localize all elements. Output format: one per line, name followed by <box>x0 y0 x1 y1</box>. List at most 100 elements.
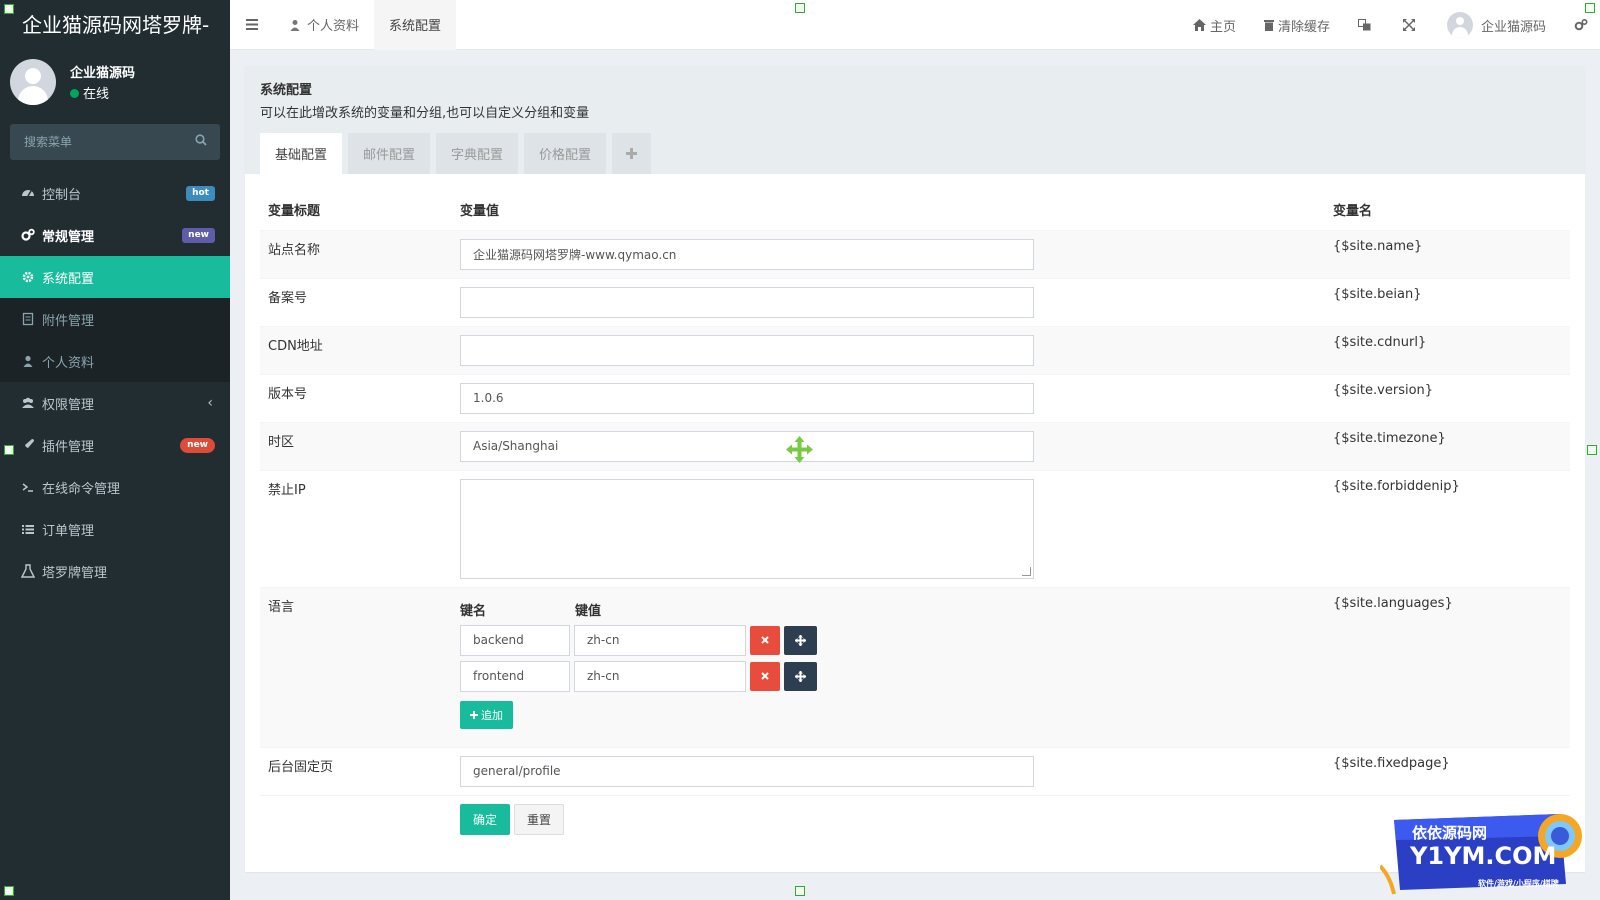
drag-row-button[interactable] <box>784 661 817 691</box>
tab-label: 个人资料 <box>307 19 360 34</box>
sidebar-item-permissions[interactable]: 权限管理 ‹ <box>0 382 230 424</box>
tab-price-config[interactable]: 价格配置 <box>524 133 607 174</box>
watermark-logo: 依依源码网 Y1YM.COM 软件/游戏/小程序/棋牌 <box>1378 806 1592 898</box>
sidebar-item-dashboard[interactable]: 控制台 hot <box>0 172 230 214</box>
sidebar-item-attachments[interactable]: 附件管理 <box>0 298 230 340</box>
clear-cache-button[interactable]: 清除缓存 <box>1250 0 1344 50</box>
navbar-username: 企业猫源码 <box>1480 19 1546 35</box>
gear-icon <box>22 271 34 283</box>
col-header-title: 变量标题 <box>260 190 452 231</box>
clear-cache-label: 清除缓存 <box>1277 19 1330 35</box>
resize-handle[interactable] <box>795 886 805 896</box>
config-panel: 系统配置 可以在此增改系统的变量和分组,也可以自定义分组和变量 基础配置 邮件配… <box>245 66 1585 872</box>
drag-row-button[interactable] <box>784 625 817 655</box>
flask-icon <box>21 564 35 578</box>
resize-handle[interactable] <box>1587 445 1597 455</box>
sidebar-item-commands[interactable]: 在线命令管理 <box>0 466 230 508</box>
config-tabs: 基础配置 邮件配置 字典配置 价格配置 <box>260 133 657 174</box>
search-icon[interactable] <box>195 134 207 146</box>
user-menu[interactable]: 企业猫源码 <box>1433 0 1560 50</box>
app-logo[interactable]: 企业猫源码网塔罗牌- <box>0 0 230 50</box>
hot-badge: hot <box>186 186 215 201</box>
terminal-icon <box>22 483 33 492</box>
table-row: 时区 Asia/Shanghai {$site.timezone} <box>260 422 1570 471</box>
cogs-icon <box>1574 18 1588 31</box>
var-name: {$site.name} <box>1325 230 1570 279</box>
sidebar-item-profile[interactable]: 个人资料 <box>0 340 230 382</box>
group-icon <box>22 397 34 408</box>
resize-handle[interactable] <box>1585 3 1595 13</box>
table-row: 版本号 1.0.6 {$site.version} <box>260 374 1570 423</box>
sidebar-item-tarot[interactable]: 塔罗牌管理 <box>0 550 230 592</box>
var-name: {$site.timezone} <box>1325 422 1570 471</box>
resize-handle[interactable] <box>4 4 14 14</box>
reset-button[interactable]: 重置 <box>514 803 564 835</box>
config-table: 变量标题 变量值 变量名 站点名称 企业猫源码网塔罗牌-www.qymao.cn… <box>260 190 1570 843</box>
tab-dictionary-config[interactable]: 字典配置 <box>436 133 519 174</box>
remove-row-button[interactable] <box>750 661 780 691</box>
panel-heading: 系统配置 可以在此增改系统的变量和分组,也可以自定义分组和变量 基础配置 邮件配… <box>245 66 1585 174</box>
resize-handle[interactable] <box>795 3 805 13</box>
fullscreen-button[interactable] <box>1389 0 1433 50</box>
kv-header: 键名 键值 <box>460 600 1317 619</box>
cdn-url-input[interactable] <box>460 334 1034 366</box>
table-row: 站点名称 企业猫源码网塔罗牌-www.qymao.cn {$site.name} <box>260 230 1570 279</box>
fixed-page-input[interactable]: general/profile <box>460 755 1034 787</box>
var-name: {$site.cdnurl} <box>1325 326 1570 375</box>
add-group-button[interactable] <box>612 133 652 174</box>
table-row: 禁止IP {$site.forbiddenip} <box>260 470 1570 588</box>
kv-key-input[interactable]: backend <box>460 624 570 656</box>
sidebar-item-label: 订单管理 <box>42 523 95 539</box>
beian-input[interactable] <box>460 286 1034 318</box>
sidebar-item-label: 常规管理 <box>42 229 95 245</box>
move-icon <box>795 670 806 682</box>
kv-value-input[interactable]: zh-cn <box>574 624 746 656</box>
sidebar-item-label: 附件管理 <box>42 313 95 329</box>
resize-handle[interactable] <box>4 886 14 896</box>
append-label: 追加 <box>481 708 503 722</box>
table-row: 备案号 {$site.beian} <box>260 278 1570 327</box>
sidebar-item-label: 权限管理 <box>42 397 95 413</box>
table-row: 语言 键名 键值 backend zh-cn frontend zh-cn 追加… <box>260 587 1570 748</box>
row-title: 禁止IP <box>260 470 452 588</box>
table-row: CDN地址 {$site.cdnurl} <box>260 326 1570 375</box>
home-link[interactable]: 主页 <box>1179 0 1250 50</box>
kv-value-input[interactable]: zh-cn <box>574 660 746 692</box>
page-title: 系统配置 <box>260 83 313 98</box>
tab-system-config[interactable]: 系统配置 <box>374 0 457 50</box>
sidebar-item-orders[interactable]: 订单管理 <box>0 508 230 550</box>
plus-icon <box>626 148 638 159</box>
row-title: 后台固定页 <box>260 747 452 796</box>
sidebar-item-plugins[interactable]: 插件管理 new <box>0 424 230 466</box>
var-name: {$site.fixedpage} <box>1325 747 1570 796</box>
resize-handle[interactable] <box>4 445 14 455</box>
menu-search-input[interactable] <box>10 124 220 160</box>
table-row-actions: 确定 重置 <box>260 795 1570 843</box>
tab-basic-config[interactable]: 基础配置 <box>260 133 343 174</box>
row-title: 备案号 <box>260 278 452 327</box>
site-name-input[interactable]: 企业猫源码网塔罗牌-www.qymao.cn <box>460 238 1034 270</box>
tab-email-config[interactable]: 邮件配置 <box>348 133 431 174</box>
navbar-right: 主页 清除缓存 企业猫源码 <box>1179 0 1600 50</box>
sidebar-toggle-button[interactable] <box>230 0 274 50</box>
new-badge: new <box>182 228 215 243</box>
timezone-input[interactable]: Asia/Shanghai <box>460 430 1034 462</box>
sidebar-item-system-config[interactable]: 系统配置 <box>0 256 230 298</box>
close-icon <box>761 636 769 644</box>
row-title: 时区 <box>260 422 452 471</box>
version-input[interactable]: 1.0.6 <box>460 382 1034 414</box>
translate-button[interactable] <box>1344 0 1389 50</box>
cogs-icon <box>21 228 35 241</box>
move-icon <box>795 634 806 646</box>
avatar <box>10 59 56 105</box>
row-title: CDN地址 <box>260 326 452 375</box>
forbidden-ip-textarea[interactable] <box>460 478 1034 579</box>
sidebar-item-label: 塔罗牌管理 <box>42 565 108 581</box>
confirm-button[interactable]: 确定 <box>460 803 510 835</box>
remove-row-button[interactable] <box>750 625 780 655</box>
tab-profile[interactable]: 个人资料 <box>274 0 374 50</box>
hamburger-icon <box>246 19 258 30</box>
kv-key-input[interactable]: frontend <box>460 660 570 692</box>
sidebar-item-general[interactable]: 常规管理 new <box>0 214 230 256</box>
append-button[interactable]: 追加 <box>460 700 513 729</box>
